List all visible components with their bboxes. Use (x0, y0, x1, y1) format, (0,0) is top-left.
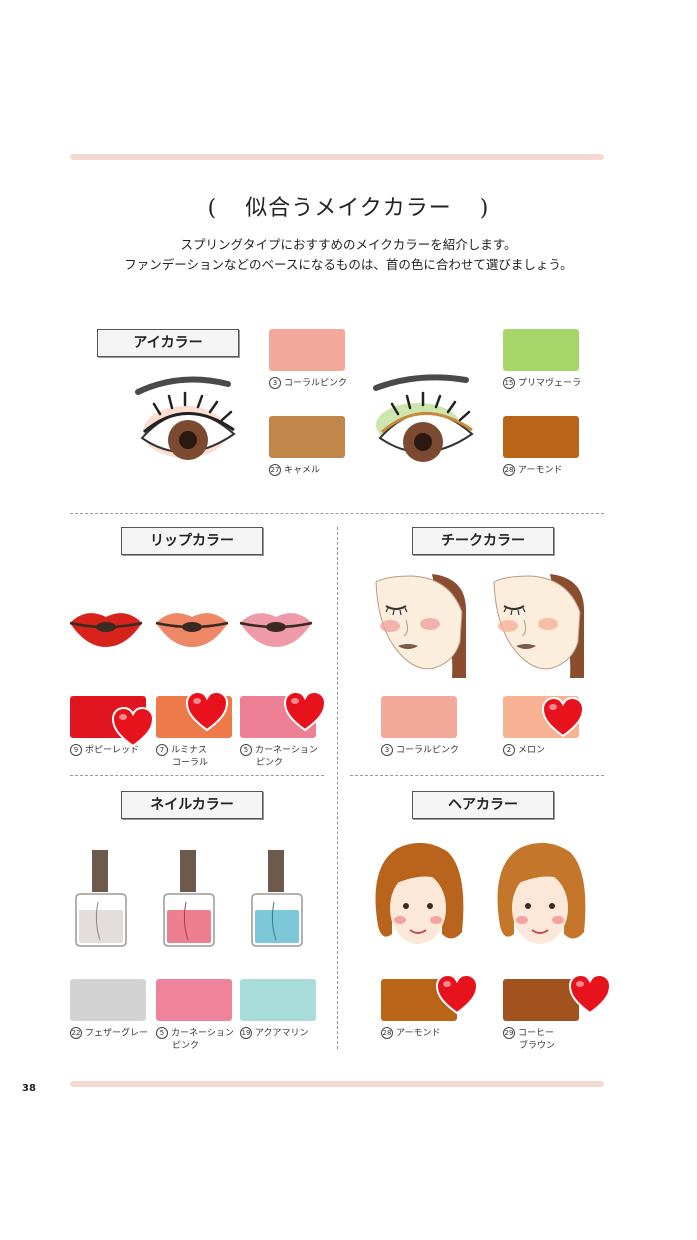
nail-polish-bottles (75, 850, 303, 947)
eye-illustration-left (135, 376, 236, 460)
eye-illustration-right (373, 374, 474, 462)
hair-illustration-left (375, 842, 464, 944)
caption-coral-pink: 3 コーラルピンク (269, 377, 347, 390)
heart-icon (185, 690, 229, 732)
column-divider (337, 527, 338, 1049)
eye-color-label: アイカラー (97, 329, 239, 357)
swatch-aquamarine (240, 979, 316, 1021)
title-close-paren: ) (479, 196, 490, 221)
caption-carnation-pink-nail: 5 カーネーション ピンク (156, 1027, 234, 1052)
heart-icon (283, 690, 327, 732)
caption-almond-hair: 28 アーモンド (381, 1027, 441, 1039)
hair-color-label: ヘアカラー (412, 791, 554, 819)
swatch-coral-pink (269, 329, 345, 371)
caption-coral-pink-cheek: 3 コーラルピンク (381, 744, 459, 757)
caption-coffee-brown: 29 コーヒー ブラウン (503, 1027, 556, 1051)
swatch-camel (269, 416, 345, 458)
title-open-paren: ( (207, 196, 218, 221)
lip-color-label: リップカラー (121, 527, 263, 555)
title-text: 似合うメイクカラー (245, 196, 452, 221)
nail-color-label: ネイルカラー (121, 791, 263, 819)
heart-icon (568, 973, 612, 1015)
cheek-face-left (375, 574, 467, 678)
swatch-carnation-pink-nail (156, 979, 232, 1021)
heart-icon (541, 696, 585, 738)
cheek-color-label: チークカラー (412, 527, 554, 555)
section-divider-right (350, 775, 604, 776)
swatch-coral-pink-cheek (381, 696, 457, 738)
caption-carnation-pink-lip: 5 カーネーション ピンク (240, 744, 318, 769)
page-title: ( 似合うメイクカラー) (0, 190, 697, 222)
section-divider-eye (70, 513, 604, 514)
caption-almond-eye: 28 アーモンド (503, 464, 563, 476)
caption-aquamarine: 19 アクアマリン (240, 1027, 309, 1039)
hair-illustration-right (497, 842, 586, 944)
swatch-feather-gray (70, 979, 146, 1021)
caption-feather-gray: 22 フェザーグレー (70, 1027, 149, 1039)
intro-line-1: スプリングタイプにおすすめのメイクカラーを紹介します。 (180, 237, 517, 252)
top-decorative-rule (70, 154, 604, 160)
bottom-decorative-rule (70, 1081, 604, 1087)
heart-icon (111, 706, 155, 748)
lips-illustrations (69, 613, 313, 647)
intro-line-2: ファンデーションなどのベースになるものは、首の色に合わせて選びましょう。 (124, 257, 573, 272)
caption-luminous-coral: 7 ルミナス コーラル (156, 744, 208, 769)
caption-primavera: 15 プリマヴェーラ (503, 377, 582, 389)
swatch-almond-eye (503, 416, 579, 458)
caption-camel: 27 キャメル (269, 464, 321, 476)
page-number: 38 (22, 1083, 36, 1094)
swatch-primavera (503, 329, 579, 371)
heart-icon (435, 973, 479, 1015)
caption-melon: 2 メロン (503, 744, 545, 757)
cheek-face-right (493, 574, 585, 678)
section-divider-left (70, 775, 324, 776)
